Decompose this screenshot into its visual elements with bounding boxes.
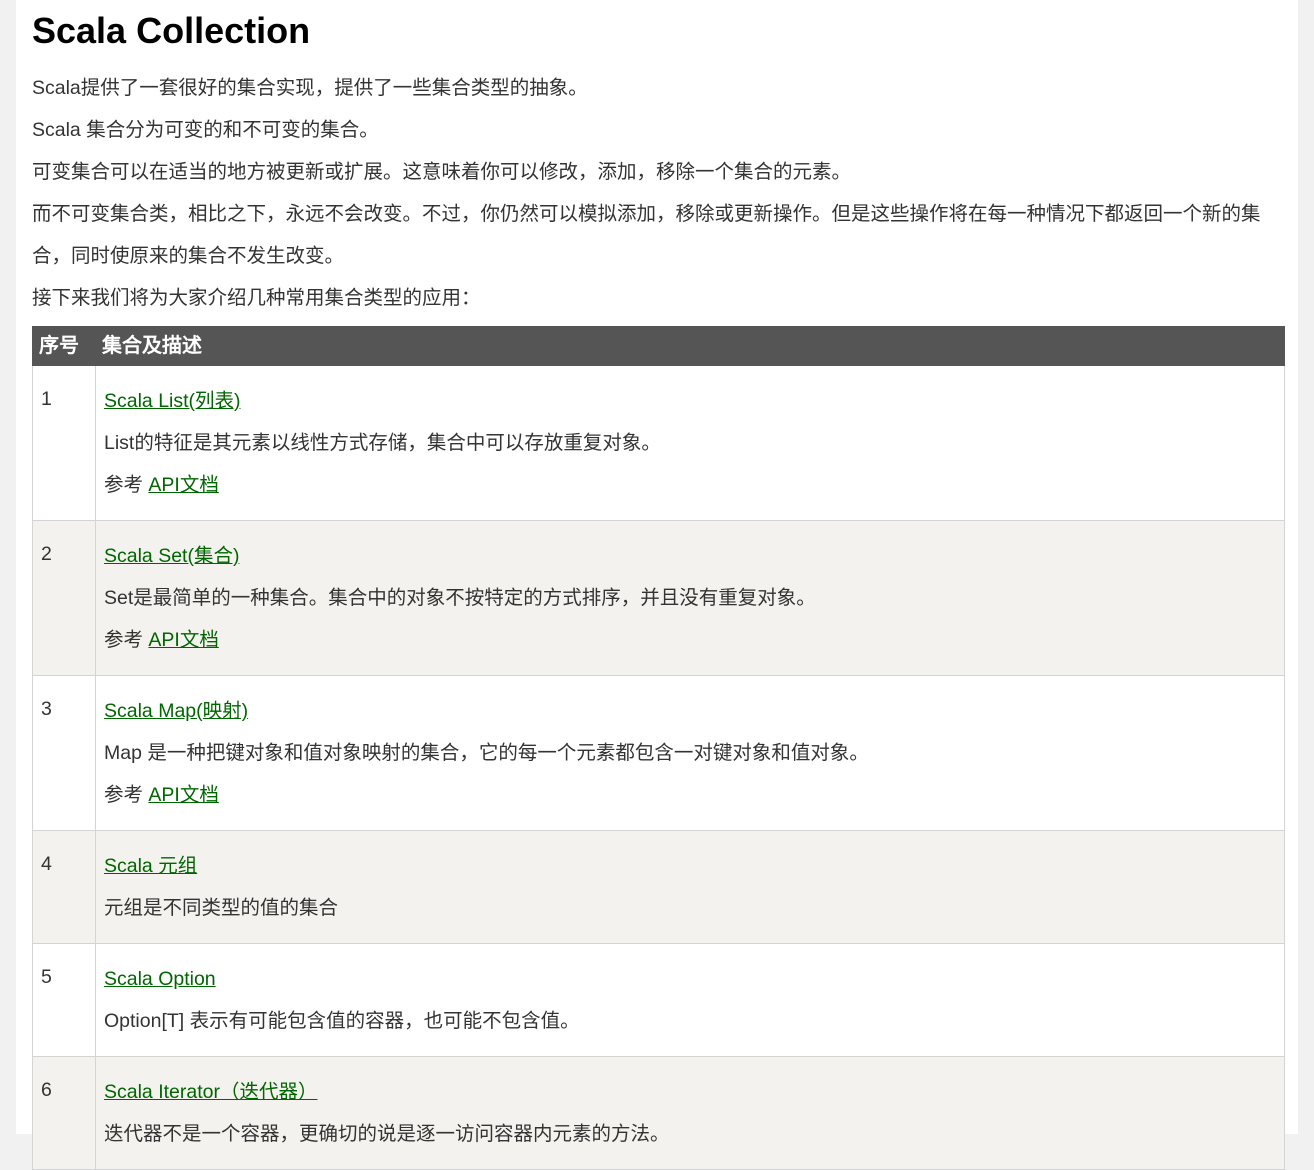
table-row: 5 Scala Option Option[T] 表示有可能包含值的容器，也可能… <box>32 943 1285 1057</box>
row-number: 1 <box>32 365 96 521</box>
intro-paragraph: Scala提供了一套很好的集合实现，提供了一些集合类型的抽象。 <box>32 77 588 99</box>
row-description-cell: Scala Iterator（迭代器） 迭代器不是一个容器，更确切的说是逐一访问… <box>95 1056 1285 1170</box>
collection-link[interactable]: Scala Map(映射) <box>104 700 248 722</box>
column-header-number: 序号 <box>32 326 96 366</box>
row-description-cell: Scala Set(集合) Set是最简单的一种集合。集合中的对象不按特定的方式… <box>95 520 1285 676</box>
collection-description: Set是最简单的一种集合。集合中的对象不按特定的方式排序，并且没有重复对象。 <box>104 587 816 609</box>
intro-paragraph: 接下来我们将为大家介绍几种常用集合类型的应用： <box>32 287 481 309</box>
row-description-cell: Scala Option Option[T] 表示有可能包含值的容器，也可能不包… <box>95 943 1285 1057</box>
row-number: 6 <box>32 1056 96 1170</box>
intro-paragraph: 而不可变集合类，相比之下，永远不会改变。不过，你仍然可以模拟添加，移除或更新操作… <box>32 203 1261 267</box>
page-title: Scala Collection <box>32 10 311 51</box>
row-number: 5 <box>32 943 96 1057</box>
api-reference: 参考 API文档 <box>104 774 1276 816</box>
table-row: 6 Scala Iterator（迭代器） 迭代器不是一个容器，更确切的说是逐一… <box>32 1056 1285 1170</box>
collection-description: Map 是一种把键对象和值对象映射的集合，它的每一个元素都包含一对键对象和值对象… <box>104 742 869 764</box>
reference-label: 参考 <box>104 474 149 496</box>
api-doc-link[interactable]: API文档 <box>148 784 218 806</box>
collection-description: 迭代器不是一个容器，更确切的说是逐一访问容器内元素的方法。 <box>104 1123 670 1145</box>
intro-text: Scala提供了一套很好的集合实现，提供了一些集合类型的抽象。 Scala 集合… <box>32 67 1283 319</box>
column-header-description: 集合及描述 <box>95 326 1285 366</box>
table-row: 1 Scala List(列表) List的特征是其元素以线性方式存储，集合中可… <box>32 365 1285 521</box>
collection-link[interactable]: Scala Option <box>104 968 216 990</box>
row-number: 3 <box>32 675 96 831</box>
row-number: 4 <box>32 830 96 944</box>
api-doc-link[interactable]: API文档 <box>148 629 218 651</box>
row-description-cell: Scala Map(映射) Map 是一种把键对象和值对象映射的集合，它的每一个… <box>95 675 1285 831</box>
intro-paragraph: Scala 集合分为可变的和不可变的集合。 <box>32 119 379 141</box>
collections-table: 序号 集合及描述 1 Scala List(列表) List的特征是其元素以线性… <box>32 326 1285 1170</box>
row-number: 2 <box>32 520 96 676</box>
api-reference: 参考 API文档 <box>104 464 1276 506</box>
collection-link[interactable]: Scala 元组 <box>104 855 197 877</box>
article-content: Scala Collection Scala提供了一套很好的集合实现，提供了一些… <box>16 0 1298 1170</box>
intro-paragraph: 可变集合可以在适当的地方被更新或扩展。这意味着你可以修改，添加，移除一个集合的元… <box>32 161 852 183</box>
table-row: 2 Scala Set(集合) Set是最简单的一种集合。集合中的对象不按特定的… <box>32 520 1285 676</box>
collection-description: List的特征是其元素以线性方式存储，集合中可以存放重复对象。 <box>104 432 661 454</box>
row-description-cell: Scala 元组 元组是不同类型的值的集合 <box>95 830 1285 944</box>
table-header-row: 序号 集合及描述 <box>32 326 1285 366</box>
collection-link[interactable]: Scala Set(集合) <box>104 545 239 567</box>
collection-description: Option[T] 表示有可能包含值的容器，也可能不包含值。 <box>104 1010 580 1032</box>
table-row: 4 Scala 元组 元组是不同类型的值的集合 <box>32 830 1285 944</box>
api-reference: 参考 API文档 <box>104 619 1276 661</box>
collection-description: 元组是不同类型的值的集合 <box>104 897 339 919</box>
collection-link[interactable]: Scala Iterator（迭代器） <box>104 1081 317 1103</box>
table-row: 3 Scala Map(映射) Map 是一种把键对象和值对象映射的集合，它的每… <box>32 675 1285 831</box>
reference-label: 参考 <box>104 629 149 651</box>
api-doc-link[interactable]: API文档 <box>148 474 218 496</box>
collection-link[interactable]: Scala List(列表) <box>104 390 241 412</box>
reference-label: 参考 <box>104 784 149 806</box>
row-description-cell: Scala List(列表) List的特征是其元素以线性方式存储，集合中可以存… <box>95 365 1285 521</box>
